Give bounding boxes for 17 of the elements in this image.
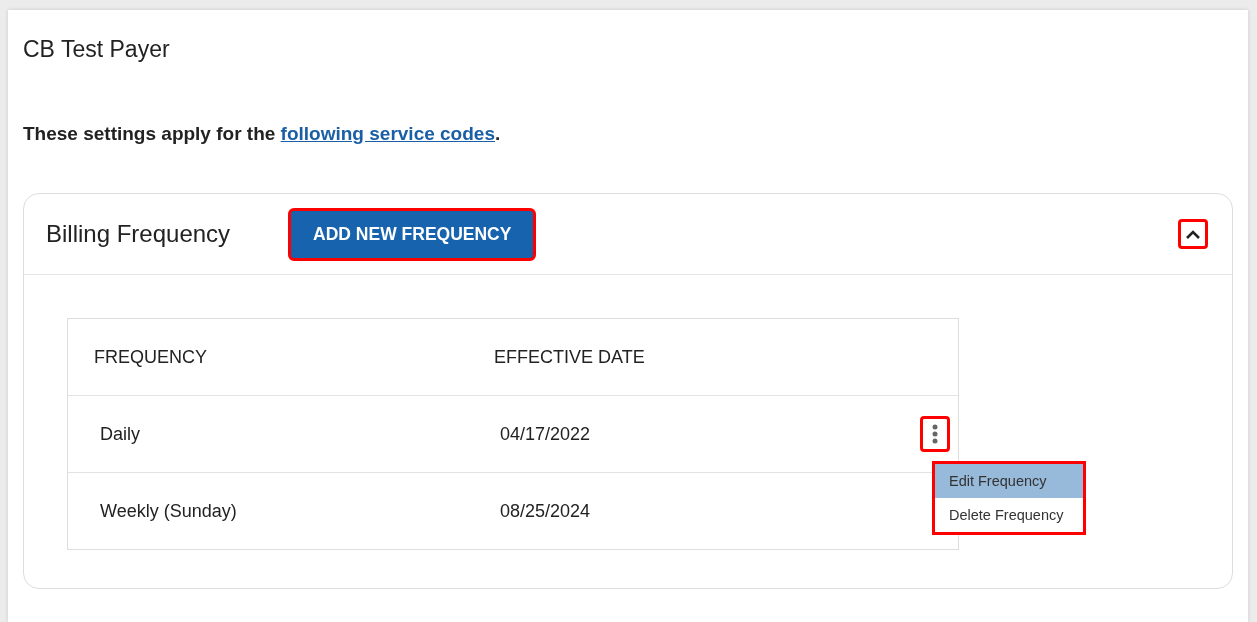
- add-frequency-button[interactable]: ADD NEW FREQUENCY: [288, 207, 537, 261]
- menu-item[interactable]: Delete Frequency: [935, 498, 1083, 532]
- table-cell-text: Daily: [99, 423, 141, 445]
- panel-title: Billing Frequency: [46, 220, 231, 248]
- table-cell: 08/25/2024: [500, 500, 591, 522]
- column-header: EFFECTIVE DATE: [494, 346, 645, 368]
- service-codes-link[interactable]: following service codes: [280, 123, 495, 144]
- chevron-icon: [1185, 229, 1201, 239]
- settings-note: These settings apply for the following service codes.: [23, 123, 502, 145]
- more-options-button[interactable]: [920, 416, 950, 452]
- column-header: FREQUENCY: [93, 346, 208, 368]
- page-title: CB Test Payer: [23, 36, 171, 63]
- table-cell-text: Weekly (Sunday): [99, 500, 238, 522]
- collapse-button[interactable]: [1178, 219, 1208, 249]
- kebab-icon: [932, 424, 938, 444]
- menu-item[interactable]: Edit Frequency: [935, 464, 1083, 498]
- table-cell: 04/17/2022: [500, 423, 591, 445]
